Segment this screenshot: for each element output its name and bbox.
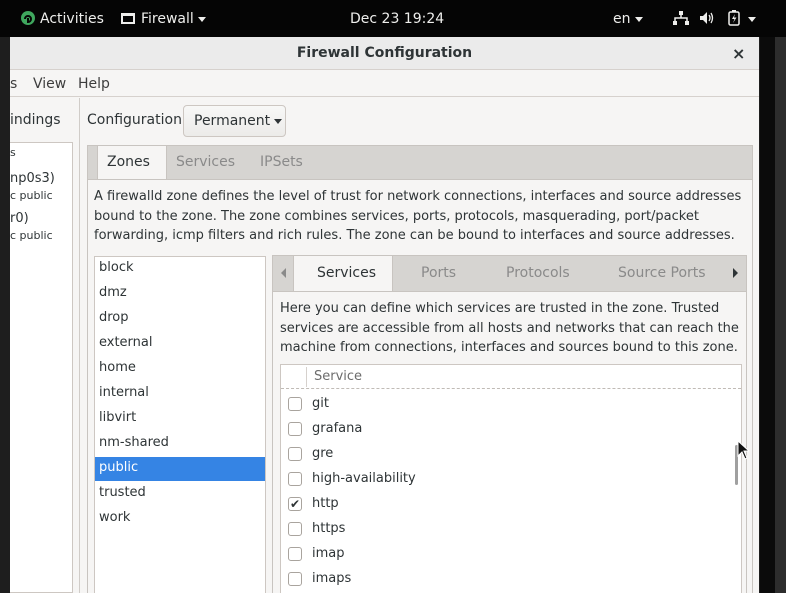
tab-services[interactable]: Services (176, 154, 235, 170)
zone-list-item[interactable]: libvirt (95, 407, 265, 431)
table-row[interactable]: https (281, 517, 731, 542)
configuration-label: Configuration: (87, 112, 187, 128)
configuration-dropdown[interactable]: Permanent (183, 105, 286, 137)
table-row[interactable]: high-availability (281, 467, 731, 492)
firewall-window: Firewall Configuration × s View Help ind… (10, 37, 759, 593)
table-row[interactable]: gre (281, 442, 731, 467)
connections-pane: indings s np0s3) c public r0) c public (10, 98, 80, 593)
list-item-detail: c public (10, 229, 53, 242)
tab-zone-services[interactable]: Services (317, 265, 376, 281)
chevron-down-icon (197, 16, 206, 22)
zones-panel: A firewalld zone defines the level of tr… (87, 179, 753, 593)
zone-tabs: Services Ports Protocols Source Ports (272, 255, 747, 292)
configuration-value: Permanent (194, 113, 271, 129)
list-item-detail: c public (10, 189, 53, 202)
desktop-background (760, 37, 786, 593)
menu-item-options[interactable]: s (10, 76, 17, 92)
zone-list-item[interactable]: drop (95, 307, 265, 331)
checkbox[interactable] (288, 397, 302, 411)
service-name: imaps (312, 571, 352, 586)
activities-button[interactable]: Activities (20, 10, 104, 28)
service-name: imap (312, 546, 345, 561)
table-row[interactable]: grafana (281, 417, 731, 442)
chevron-down-icon (634, 16, 643, 22)
zone-services-panel: Here you can define which services are t… (272, 291, 747, 593)
network-wired-icon (673, 11, 689, 25)
window-title: Firewall Configuration (296, 45, 473, 61)
menu-bar: s View Help (10, 70, 759, 97)
zone-list-item[interactable]: internal (95, 382, 265, 406)
app-menu-label: Firewall (141, 11, 194, 27)
menu-item-help[interactable]: Help (78, 76, 110, 92)
tab-ipsets[interactable]: IPSets (260, 154, 303, 170)
tab-zone-protocols[interactable]: Protocols (506, 265, 570, 281)
tab-zone-source-ports[interactable]: Source Ports (618, 265, 706, 281)
language-label: en (613, 11, 631, 27)
desktop-strip (775, 37, 786, 593)
column-separator (306, 367, 307, 387)
zone-list-item[interactable]: trusted (95, 482, 265, 506)
table-row[interactable]: imaps (281, 567, 731, 592)
zone-list-item[interactable]: external (95, 332, 265, 356)
clock[interactable]: Dec 23 19:24 (350, 10, 444, 28)
system-menu[interactable] (673, 10, 756, 28)
activities-label: Activities (40, 11, 104, 27)
menu-item-view[interactable]: View (33, 76, 66, 92)
top-bar: Activities Firewall Dec 23 19:24 en (0, 0, 786, 37)
services-table: Service git grafana gre high-availability ✔ h… (280, 364, 742, 593)
zone-list-item[interactable]: work (95, 507, 265, 531)
volume-icon (700, 12, 714, 24)
checkbox[interactable] (288, 572, 302, 586)
scroll-right-icon[interactable] (733, 268, 738, 278)
mouse-cursor-icon (737, 440, 749, 460)
firewall-app-icon (121, 13, 135, 24)
service-name: high-availability (312, 471, 416, 486)
table-row[interactable]: ✔ http (281, 492, 731, 517)
table-row[interactable]: git (281, 392, 731, 417)
zone-list: block dmz drop external home internal libvirt n… (94, 256, 266, 593)
services-description: Here you can define which services are t… (280, 301, 739, 355)
chevron-down-icon (747, 16, 756, 22)
tab-zone-ports[interactable]: Ports (421, 265, 456, 281)
fedora-logo-icon (21, 11, 35, 25)
app-menu-button[interactable]: Firewall (121, 10, 206, 28)
zone-list-item[interactable]: public (95, 457, 265, 481)
tab-bindings[interactable]: indings (10, 112, 61, 128)
list-item[interactable]: s (10, 146, 16, 159)
window-header: Firewall Configuration × (10, 37, 759, 70)
zones-description: A firewalld zone defines the level of tr… (94, 189, 742, 243)
close-icon[interactable]: × (732, 44, 745, 63)
list-item[interactable]: np0s3) (10, 171, 55, 186)
service-name: grafana (312, 421, 363, 436)
service-name: http (312, 496, 339, 511)
checkbox[interactable] (288, 472, 302, 486)
checkbox[interactable] (288, 447, 302, 461)
zone-list-item[interactable]: home (95, 357, 265, 381)
zone-list-item[interactable]: block (95, 257, 265, 281)
connections-list: s np0s3) c public r0) c public (10, 142, 73, 593)
zone-list-item[interactable]: nm-shared (95, 432, 265, 456)
checkbox[interactable] (288, 547, 302, 561)
battery-charging-icon (728, 10, 740, 26)
chevron-down-icon (274, 118, 283, 124)
service-name: git (312, 396, 329, 411)
scroll-left-icon[interactable] (281, 268, 286, 278)
zone-list-item[interactable]: dmz (95, 282, 265, 306)
main-tabs: Zones Services IPSets (87, 145, 753, 180)
language-selector[interactable]: en (613, 10, 643, 28)
checkbox-checked[interactable]: ✔ (288, 497, 302, 511)
service-column-header[interactable]: Service (314, 369, 362, 384)
checkbox[interactable] (288, 522, 302, 536)
service-name: https (312, 521, 346, 536)
table-header: Service (281, 365, 741, 389)
checkbox[interactable] (288, 422, 302, 436)
list-item[interactable]: r0) (10, 211, 29, 226)
table-row[interactable]: imap (281, 542, 731, 567)
tab-zones[interactable]: Zones (107, 154, 150, 170)
service-name: gre (312, 446, 334, 461)
